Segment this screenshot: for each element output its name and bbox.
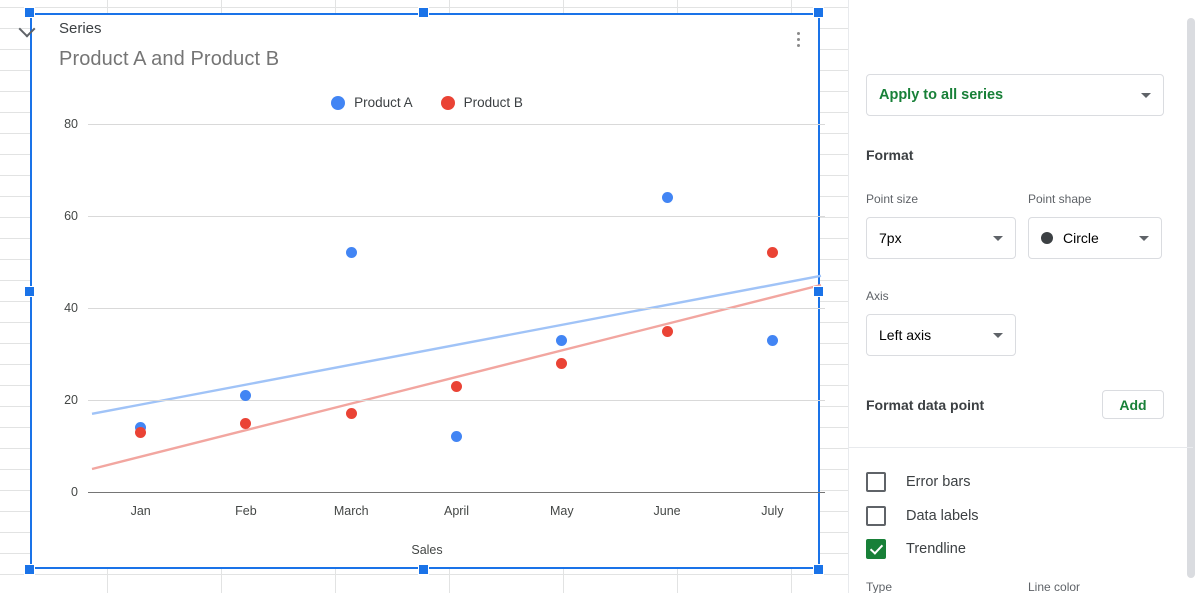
trendline-line-color-label: Line color: [1028, 580, 1081, 593]
chart-object[interactable]: Product A and Product B Product A Produc…: [30, 13, 825, 571]
y-axis-tick-label: 40: [64, 301, 78, 315]
label-error-bars: Error bars: [906, 474, 971, 490]
data-point[interactable]: [556, 357, 568, 369]
point-size-dropdown[interactable]: 7px: [866, 217, 1016, 259]
add-data-point-button[interactable]: Add: [1102, 390, 1164, 419]
y-axis-tick-label: 0: [71, 485, 78, 499]
x-axis-tick-label: Jan: [130, 504, 151, 518]
chevron-down-icon: [1141, 92, 1151, 98]
x-axis-tick-label: April: [443, 504, 470, 518]
x-axis-tick-label: March: [333, 504, 369, 518]
resize-handle-top-left[interactable]: [24, 7, 35, 18]
resize-handle-top-center[interactable]: [418, 7, 429, 18]
x-axis-title: Sales: [411, 543, 443, 557]
point-shape-value: Circle: [1063, 230, 1099, 246]
x-axis-line: [88, 492, 825, 493]
series-section-header[interactable]: Series: [18, 18, 102, 38]
resize-handle-bottom-right[interactable]: [813, 564, 824, 575]
label-trendline: Trendline: [906, 541, 966, 557]
checkbox-trendline[interactable]: [866, 539, 886, 559]
y-axis-tick-label: 80: [64, 117, 78, 131]
checkbox-row-data-labels[interactable]: Data labels: [866, 506, 979, 526]
data-point[interactable]: [661, 325, 673, 337]
kebab-menu-icon[interactable]: [788, 26, 808, 52]
data-point[interactable]: [661, 192, 673, 204]
axis-dropdown[interactable]: Left axis: [866, 314, 1016, 356]
checkbox-row-error-bars[interactable]: Error bars: [866, 472, 970, 492]
point-size-label: Point size: [866, 192, 919, 206]
x-axis-tick-label: June: [653, 504, 681, 518]
checkbox-error-bars[interactable]: [866, 472, 886, 492]
data-point[interactable]: [135, 426, 147, 438]
x-axis-tick-label: May: [549, 504, 574, 518]
chevron-down-icon: [18, 18, 38, 38]
point-shape-label: Point shape: [1028, 192, 1092, 206]
data-point[interactable]: [556, 334, 568, 346]
resize-handle-middle-right[interactable]: [813, 286, 824, 297]
apply-to-all-series-value: Apply to all series: [879, 87, 1004, 103]
apply-to-all-series-dropdown[interactable]: Apply to all series: [866, 74, 1164, 116]
filled-circle-icon: [1041, 232, 1053, 244]
data-point[interactable]: [345, 408, 357, 420]
point-size-value: 7px: [879, 230, 902, 246]
checkbox-data-labels[interactable]: [866, 506, 886, 526]
resize-handle-bottom-left[interactable]: [24, 564, 35, 575]
chevron-down-icon: [1139, 235, 1149, 241]
x-axis-tick-label: Feb: [235, 504, 257, 518]
data-point[interactable]: [345, 247, 357, 259]
label-data-labels: Data labels: [906, 508, 979, 524]
checkbox-row-trendline[interactable]: Trendline: [866, 539, 966, 559]
y-axis-tick-label: 20: [64, 393, 78, 407]
format-heading: Format: [866, 147, 914, 163]
y-gridline: [88, 308, 825, 309]
trendline-product-a: [91, 274, 822, 415]
axis-label: Axis: [866, 289, 889, 303]
chevron-down-icon: [993, 235, 1003, 241]
y-gridline: [88, 124, 825, 125]
y-gridline: [88, 216, 825, 217]
axis-value: Left axis: [879, 327, 932, 343]
series-section-title: Series: [59, 19, 102, 37]
data-point[interactable]: [240, 417, 252, 429]
chart-plot-area: 0 20 40 60 80 Jan Feb March April May June July: [32, 15, 825, 571]
panel-scrollbar[interactable]: [1187, 18, 1195, 578]
point-shape-dropdown[interactable]: Circle: [1028, 217, 1162, 259]
panel-divider: [848, 447, 1193, 448]
data-point[interactable]: [451, 380, 462, 392]
data-point[interactable]: [766, 334, 778, 346]
format-data-point-label: Format data point: [866, 397, 985, 413]
chevron-down-icon: [993, 332, 1003, 338]
y-gridline: [88, 400, 825, 401]
screen-root: Product A and Product B Product A Produc…: [0, 0, 1200, 593]
trendlines: [91, 274, 822, 471]
y-axis-tick-label: 60: [64, 209, 78, 223]
trendline-type-label: Type: [866, 580, 893, 593]
x-axis-tick-label: July: [761, 504, 784, 518]
resize-handle-bottom-center[interactable]: [418, 564, 429, 575]
resize-handle-top-right[interactable]: [813, 7, 824, 18]
resize-handle-middle-left[interactable]: [24, 286, 35, 297]
